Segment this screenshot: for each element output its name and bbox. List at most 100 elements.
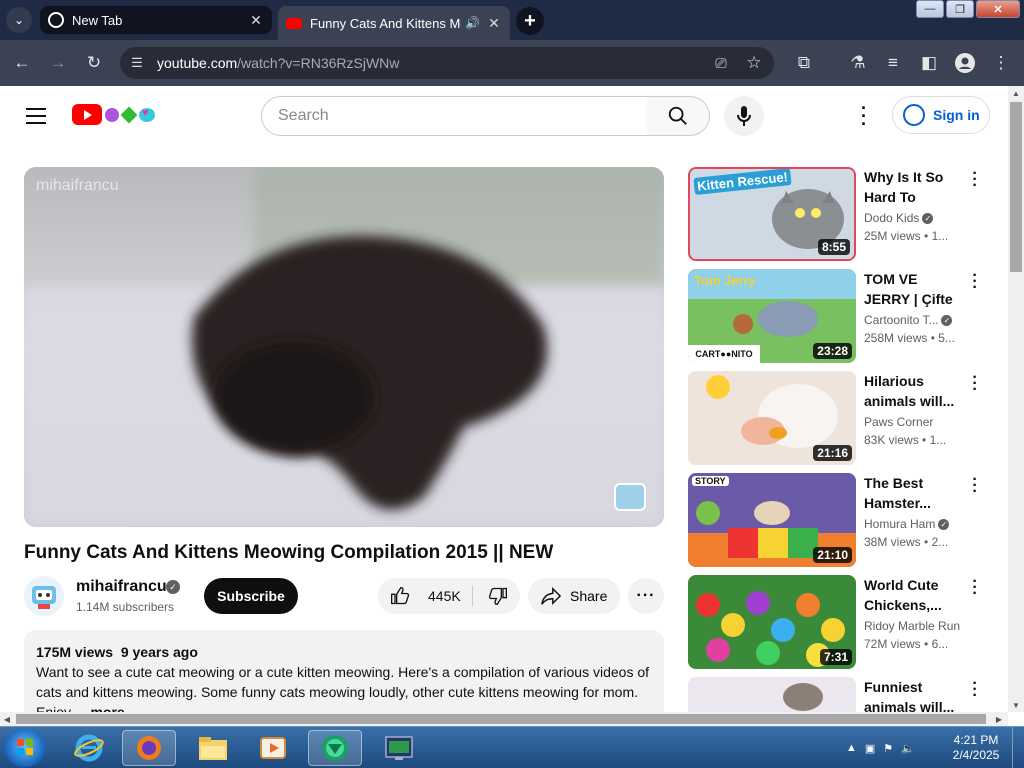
start-button[interactable] <box>4 729 46 767</box>
media-control-icon[interactable]: ≡ <box>880 50 906 76</box>
chrome-taskbar-icon[interactable] <box>308 730 362 766</box>
clock-time: 4:21 PM <box>953 733 999 747</box>
window-controls: — ❐ ✕ <box>914 0 1020 18</box>
like-button[interactable]: 445K <box>378 578 472 614</box>
dislike-button[interactable] <box>478 578 518 614</box>
scroll-left-arrow-icon[interactable]: ◀ <box>0 712 14 726</box>
reload-icon[interactable]: ↻ <box>81 50 107 76</box>
voice-search-button[interactable] <box>724 96 764 136</box>
scrollbar-thumb[interactable] <box>16 714 986 724</box>
video-player[interactable]: mihaifrancu <box>24 167 664 527</box>
scrollbar-thumb[interactable] <box>1010 102 1022 272</box>
bookmark-star-icon[interactable]: ☆ <box>741 50 767 76</box>
horizontal-scrollbar[interactable]: ◀ ▶ <box>0 712 1008 726</box>
recommendation-channel: Homura Ham ✓ <box>864 517 960 531</box>
scroll-right-arrow-icon[interactable]: ▶ <box>992 712 1006 726</box>
recommendation-meta: 38M views • 2... <box>864 535 949 549</box>
guide-menu-icon[interactable] <box>26 108 46 129</box>
tab-new-tab[interactable]: New Tab ✕ <box>40 6 272 34</box>
system-tray: ▲ ▣ ⚑ 🔈 <box>846 727 923 768</box>
forward-icon[interactable]: → <box>45 50 71 76</box>
video-thumbnail[interactable]: Tom Jerry CART●●NITO 23:28 <box>688 269 856 363</box>
tab-strip: ⌄ New Tab ✕ Funny Cats And Kittens Meowi… <box>0 0 1024 40</box>
install-app-icon[interactable]: ⎚ <box>708 50 734 76</box>
close-window-button[interactable]: ✕ <box>976 0 1020 18</box>
minimize-button[interactable]: — <box>916 0 944 18</box>
youtube-play-icon <box>72 104 102 125</box>
video-thumbnail[interactable] <box>688 677 856 712</box>
cartoonito-logo: CART●●NITO <box>688 345 760 363</box>
doodle-shape <box>105 107 119 122</box>
kebab-menu-icon[interactable]: · · · <box>970 472 980 500</box>
tab-title: New Tab <box>72 12 123 28</box>
network-icon[interactable]: ▣ <box>865 742 875 755</box>
recommendation-item[interactable]: 21:16 Hilarious animals will... Paws Cor… <box>688 370 988 465</box>
profile-icon[interactable] <box>952 50 978 76</box>
new-tab-button[interactable]: + <box>516 7 544 35</box>
doodle-shape <box>120 106 138 123</box>
sign-in-button[interactable]: Sign in <box>892 96 990 134</box>
like-count: 445K <box>428 588 461 604</box>
video-thumbnail[interactable]: STORY 21:10 <box>688 473 856 567</box>
media-player-taskbar-icon[interactable] <box>246 730 300 766</box>
labs-icon[interactable]: ⚗ <box>845 50 871 76</box>
recommendation-title: TOM VE JERRY | Çifte Sorun |... <box>864 271 953 307</box>
tab-search-button[interactable]: ⌄ <box>6 7 32 33</box>
system-clock[interactable]: 4:21 PM 2/4/2025 <box>946 733 1006 763</box>
side-panel-icon[interactable]: ◧ <box>916 50 942 76</box>
video-frame <box>24 167 664 527</box>
recommendation-item[interactable]: Tom Jerry CART●●NITO 23:28 TOM VE JERRY … <box>688 268 988 363</box>
recommendation-item[interactable]: Funniest animals will... · · · <box>688 676 988 712</box>
close-tab-icon[interactable]: ✕ <box>248 12 264 29</box>
kebab-menu-icon[interactable]: · · · <box>970 166 980 194</box>
subscriber-count: 1.14M subscribers <box>76 600 175 614</box>
recommendation-item[interactable]: Kitten Rescue! 8:55 Why Is It So Hard To… <box>688 166 988 261</box>
more-actions-button[interactable]: ··· <box>628 578 664 614</box>
volume-muted-icon[interactable]: 🔈 <box>901 742 915 755</box>
video-thumbnail[interactable]: 21:16 <box>688 371 856 465</box>
tab-youtube[interactable]: Funny Cats And Kittens Meowing Compilati… <box>278 6 510 40</box>
video-thumbnail[interactable]: 7:31 <box>688 575 856 669</box>
back-icon[interactable]: ← <box>9 50 35 76</box>
description-box[interactable]: 175M views 9 years ago Want to see a cut… <box>24 630 664 712</box>
action-center-flag-icon[interactable]: ⚑ <box>883 742 893 755</box>
channel-name[interactable]: mihaifrancu <box>76 578 167 596</box>
video-duration: 23:28 <box>813 343 852 359</box>
verified-icon: ✓ <box>166 580 180 594</box>
recommendation-item[interactable]: 7:31 World Cute Chickens,... Ridoy Marbl… <box>688 574 988 669</box>
url-text[interactable]: youtube.com/watch?v=RN36RzSjWNw <box>157 55 399 71</box>
youtube-logo[interactable] <box>72 104 155 125</box>
show-desktop-button[interactable] <box>1012 727 1024 768</box>
speaker-icon[interactable]: 🔊 <box>465 16 480 30</box>
video-duration: 7:31 <box>819 649 852 665</box>
scroll-up-arrow-icon[interactable]: ▲ <box>1008 86 1024 100</box>
maximize-button[interactable]: ❐ <box>946 0 974 18</box>
firefox-taskbar-icon[interactable] <box>122 730 176 766</box>
recommendation-item[interactable]: STORY 21:10 The Best Hamster... Homura H… <box>688 472 988 567</box>
kebab-menu-icon[interactable]: · · · <box>970 676 980 704</box>
share-button[interactable]: Share <box>528 578 620 614</box>
recommendation-channel: Paws Corner <box>864 415 934 429</box>
internet-explorer-taskbar-icon[interactable] <box>62 730 116 766</box>
channel-branding-icon[interactable] <box>614 483 646 511</box>
chrome-menu-icon[interactable]: ⋮ <box>988 50 1014 76</box>
kebab-menu-icon[interactable]: · · · <box>970 370 980 398</box>
vertical-scrollbar[interactable]: ▲ ▼ <box>1008 86 1024 712</box>
search-input[interactable]: Search <box>261 96 647 136</box>
channel-avatar[interactable] <box>24 576 64 616</box>
file-explorer-taskbar-icon[interactable] <box>186 730 240 766</box>
kebab-menu-icon[interactable]: · · · <box>970 268 980 296</box>
video-thumbnail[interactable]: Kitten Rescue! 8:55 <box>688 167 856 261</box>
scroll-down-arrow-icon[interactable]: ▼ <box>1008 698 1024 712</box>
extensions-icon[interactable]: ⧉ <box>791 50 817 76</box>
close-tab-icon[interactable]: ✕ <box>486 15 502 32</box>
description-text: Want to see a cute cat meowing or a cute… <box>36 664 650 712</box>
description-more-link[interactable]: ...more <box>79 704 125 712</box>
kebab-menu-icon[interactable]: · · · <box>970 574 980 602</box>
search-button[interactable] <box>646 96 710 136</box>
show-hidden-icons-arrow-icon[interactable]: ▲ <box>846 742 857 754</box>
site-info-icon[interactable]: ☰ <box>128 54 146 72</box>
subscribe-button[interactable]: Subscribe <box>204 578 298 614</box>
terminal-taskbar-icon[interactable] <box>372 730 426 766</box>
settings-more-icon[interactable]: · · · <box>856 99 872 133</box>
